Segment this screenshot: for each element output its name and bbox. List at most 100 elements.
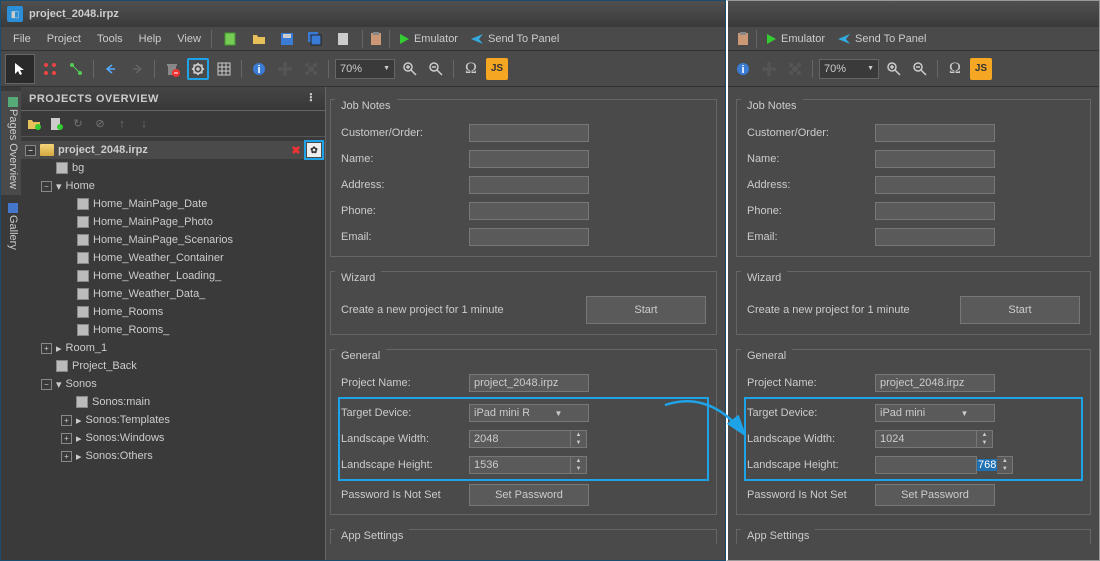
stop-icon[interactable]: ⊘ bbox=[91, 115, 109, 133]
emulator-button[interactable]: Emulator bbox=[759, 31, 831, 47]
omega-icon[interactable]: Ω bbox=[460, 58, 482, 80]
expander-icon[interactable]: − bbox=[25, 145, 36, 156]
tree-row[interactable]: +▸Sonos:Windows bbox=[21, 429, 325, 447]
expander-icon[interactable]: − bbox=[41, 181, 52, 192]
spinner-up-icon[interactable]: ▲ bbox=[997, 457, 1012, 465]
spinner-down-icon[interactable]: ▼ bbox=[997, 465, 1012, 473]
info-icon[interactable]: i bbox=[248, 58, 270, 80]
input-landscape-height[interactable] bbox=[875, 456, 977, 474]
input-project-name[interactable] bbox=[875, 374, 995, 392]
spinner-up-icon[interactable]: ▲ bbox=[977, 431, 992, 439]
delete-icon[interactable] bbox=[161, 58, 183, 80]
project-settings-icon[interactable]: ✿ bbox=[307, 143, 321, 157]
tree-row[interactable]: Home_Weather_Container bbox=[21, 249, 325, 267]
tree-row[interactable]: Sonos:main bbox=[21, 393, 325, 411]
settings-gear-icon[interactable] bbox=[187, 58, 209, 80]
menu-tools[interactable]: Tools bbox=[89, 31, 131, 47]
panel-menu-icon[interactable]: ⠇ bbox=[308, 92, 317, 105]
open-icon[interactable] bbox=[248, 28, 270, 50]
expander-icon[interactable]: − bbox=[41, 379, 52, 390]
side-tab-gallery[interactable]: Gallery bbox=[1, 197, 21, 256]
tree-row[interactable]: Home_MainPage_Photo bbox=[21, 213, 325, 231]
side-tab-pages[interactable]: Pages Overview bbox=[1, 91, 21, 195]
down-icon[interactable]: ↓ bbox=[135, 115, 153, 133]
tree-row[interactable]: Project_Back bbox=[21, 357, 325, 375]
input-customer[interactable] bbox=[469, 124, 589, 142]
save-icon[interactable] bbox=[276, 28, 298, 50]
dropdown-target-device[interactable]: iPad mini Retina (204▼ bbox=[469, 404, 589, 422]
tree-row[interactable]: −▾Sonos bbox=[21, 375, 325, 393]
js-icon[interactable]: JS bbox=[970, 58, 992, 80]
clipboard-icon[interactable] bbox=[365, 28, 387, 50]
set-password-button[interactable]: Set Password bbox=[469, 484, 589, 506]
undo-icon[interactable] bbox=[100, 58, 122, 80]
start-button[interactable]: Start bbox=[960, 296, 1080, 324]
tree-row[interactable]: bg bbox=[21, 159, 325, 177]
zoom-in-icon[interactable] bbox=[399, 58, 421, 80]
menu-file[interactable]: File bbox=[5, 31, 39, 47]
close-project-icon[interactable]: ✖ bbox=[289, 143, 303, 157]
add-page-icon[interactable] bbox=[47, 115, 65, 133]
spinner-down-icon[interactable]: ▼ bbox=[571, 465, 586, 473]
menu-help[interactable]: Help bbox=[131, 31, 170, 47]
tree-row[interactable]: Home_MainPage_Date bbox=[21, 195, 325, 213]
flower2-icon[interactable] bbox=[784, 58, 806, 80]
input-customer[interactable] bbox=[875, 124, 995, 142]
tree-row[interactable]: Home_MainPage_Scenarios bbox=[21, 231, 325, 249]
input-name[interactable] bbox=[875, 150, 995, 168]
refresh-icon[interactable]: ↻ bbox=[69, 115, 87, 133]
tree-row[interactable]: +▸Sonos:Templates bbox=[21, 411, 325, 429]
grid-icon[interactable] bbox=[213, 58, 235, 80]
zoom-out-icon[interactable] bbox=[425, 58, 447, 80]
input-address[interactable] bbox=[875, 176, 995, 194]
spinner-down-icon[interactable]: ▼ bbox=[977, 439, 992, 447]
tree-row[interactable]: +▸Room_1 bbox=[21, 339, 325, 357]
input-email[interactable] bbox=[875, 228, 995, 246]
emulator-button[interactable]: Emulator bbox=[392, 31, 464, 47]
flower-icon[interactable] bbox=[758, 58, 780, 80]
input-landscape-width[interactable] bbox=[875, 430, 977, 448]
menu-project[interactable]: Project bbox=[39, 31, 89, 47]
js-icon[interactable]: JS bbox=[486, 58, 508, 80]
tree-row[interactable]: −▾Home bbox=[21, 177, 325, 195]
input-phone[interactable] bbox=[875, 202, 995, 220]
nodes-green-icon[interactable] bbox=[65, 58, 87, 80]
send-to-panel-button[interactable]: Send To Panel bbox=[831, 31, 932, 47]
up-icon[interactable]: ↑ bbox=[113, 115, 131, 133]
start-button[interactable]: Start bbox=[586, 296, 706, 324]
save-all-icon[interactable] bbox=[304, 28, 326, 50]
tree-row[interactable]: Home_Rooms bbox=[21, 303, 325, 321]
input-address[interactable] bbox=[469, 176, 589, 194]
tree-row[interactable]: +▸Sonos:Others bbox=[21, 447, 325, 465]
send-to-panel-button[interactable]: Send To Panel bbox=[464, 31, 565, 47]
tree-row[interactable]: Home_Weather_Data_ bbox=[21, 285, 325, 303]
input-landscape-height[interactable] bbox=[469, 456, 571, 474]
set-password-button[interactable]: Set Password bbox=[875, 484, 995, 506]
input-phone[interactable] bbox=[469, 202, 589, 220]
expander-icon[interactable]: + bbox=[61, 433, 72, 444]
tree-row[interactable]: Home_Weather_Loading_ bbox=[21, 267, 325, 285]
flower-icon[interactable] bbox=[274, 58, 296, 80]
zoom-in-icon[interactable] bbox=[883, 58, 905, 80]
omega-icon[interactable]: Ω bbox=[944, 58, 966, 80]
doc-icon[interactable] bbox=[332, 28, 354, 50]
info-icon[interactable]: i bbox=[732, 58, 754, 80]
spinner-up-icon[interactable]: ▲ bbox=[571, 431, 586, 439]
menu-view[interactable]: View bbox=[169, 31, 209, 47]
zoom-select[interactable]: 70%▼ bbox=[819, 59, 879, 79]
input-project-name[interactable] bbox=[469, 374, 589, 392]
flower2-icon[interactable] bbox=[300, 58, 322, 80]
dropdown-target-device[interactable]: iPad mini▼ bbox=[875, 404, 995, 422]
zoom-select[interactable]: 70%▼ bbox=[335, 59, 395, 79]
input-email[interactable] bbox=[469, 228, 589, 246]
new-icon[interactable] bbox=[220, 28, 242, 50]
nodes-red-icon[interactable] bbox=[39, 58, 61, 80]
expander-icon[interactable]: + bbox=[41, 343, 52, 354]
tree-row[interactable]: Home_Rooms_ bbox=[21, 321, 325, 339]
add-folder-icon[interactable] bbox=[25, 115, 43, 133]
input-name[interactable] bbox=[469, 150, 589, 168]
spinner-up-icon[interactable]: ▲ bbox=[571, 457, 586, 465]
input-landscape-width[interactable] bbox=[469, 430, 571, 448]
cursor-tool[interactable] bbox=[5, 54, 35, 84]
tree-project-root[interactable]: − project_2048.irpz ✖ ✿ bbox=[21, 141, 325, 159]
